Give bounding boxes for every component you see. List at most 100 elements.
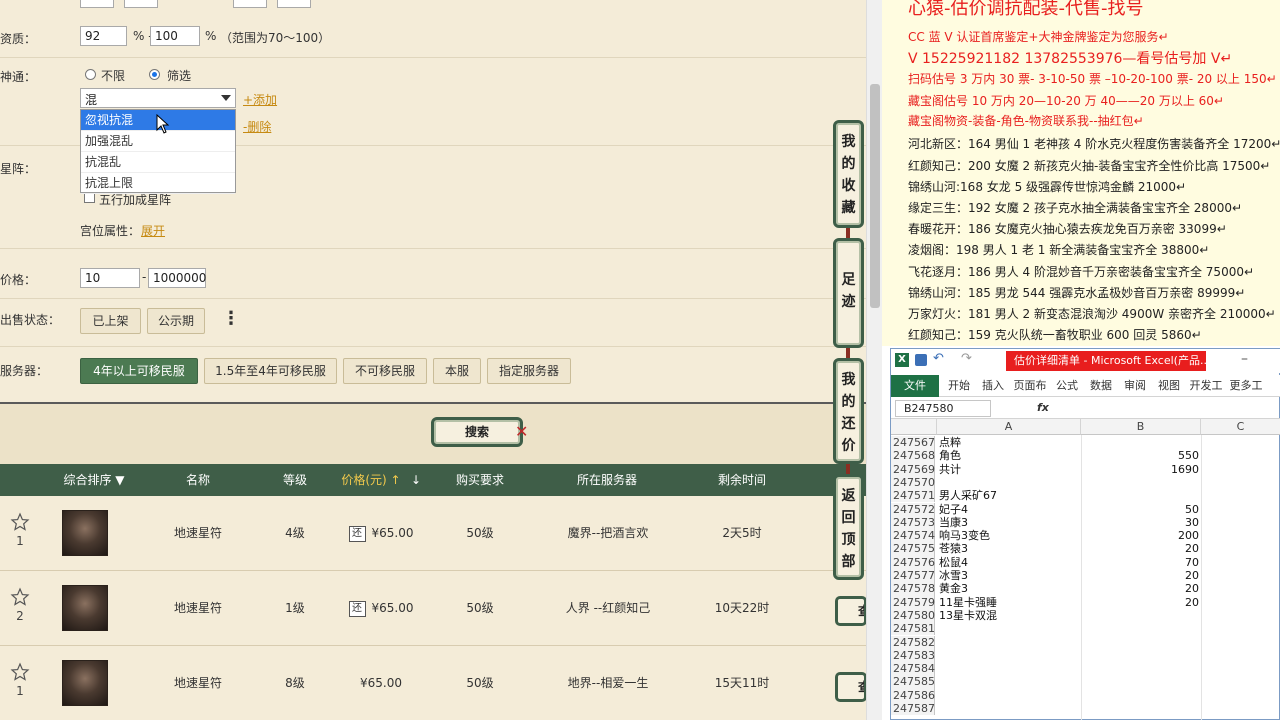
row-number[interactable]: 247585 (891, 675, 935, 689)
undo-icon[interactable]: ↶ (933, 351, 944, 366)
cell-a[interactable]: 13星卡双混 (939, 609, 997, 622)
item-thumbnail[interactable] (62, 510, 108, 556)
sheet-row[interactable]: 247573 当康3 30 (891, 515, 1280, 530)
table-row[interactable]: 2 地速星符 1级 还 ¥65.00 50级 人界 --红颜知己 10天22时 (0, 571, 866, 646)
row-number[interactable]: 247579 (891, 595, 935, 609)
cell-a[interactable]: 妃子4 (939, 503, 968, 516)
aptitude-min-input[interactable]: 92 (80, 26, 127, 46)
radio-unlimited[interactable] (85, 69, 96, 80)
redo-icon[interactable]: ↷ (961, 351, 972, 366)
view-button[interactable]: 查 (835, 596, 866, 626)
sheet-row[interactable]: 247571 男人采矿67 (891, 489, 1280, 503)
radio-filter[interactable] (149, 69, 160, 80)
cell-a[interactable]: 当康3 (939, 516, 968, 529)
price-min-input[interactable]: 10 (80, 268, 140, 288)
header-price[interactable]: 价格(元) ↑ (336, 464, 406, 496)
table-row[interactable]: 1 地速星符 8级 ¥65.00 50级 地界--相爱一生 15天11时 (0, 646, 866, 720)
ribbon-tab[interactable]: 页面布 (1011, 375, 1049, 397)
ribbon-tab[interactable]: 公式 (1051, 375, 1083, 397)
sheet-row[interactable]: 247569 共计 1690 (891, 462, 1280, 476)
column-header[interactable]: B (1081, 419, 1201, 435)
row-number[interactable]: 247577 (891, 569, 935, 583)
ribbon-tab[interactable]: 开始 (943, 375, 975, 397)
status-listed-button[interactable]: 已上架 (80, 308, 141, 334)
column-header[interactable]: A (937, 419, 1081, 435)
row-number[interactable]: 247574 (891, 529, 935, 543)
price-max-input[interactable]: 1000000 (148, 268, 206, 288)
sheet-row[interactable]: 247577 冰雪3 20 (891, 569, 1280, 583)
ribbon-tab[interactable]: 视图 (1153, 375, 1185, 397)
fx-icon[interactable]: fx (1037, 401, 1049, 414)
cell-b[interactable]: 20 (1081, 542, 1199, 555)
row-number[interactable]: 247582 (891, 635, 935, 649)
server-no-migrate-button[interactable]: 不可移民服 (343, 358, 427, 384)
row-number[interactable]: 247583 (891, 648, 935, 663)
sheet-row[interactable]: 247585 (891, 675, 1280, 689)
cell-a[interactable]: 响马3变色 (939, 529, 990, 542)
row-number[interactable]: 247581 (891, 622, 935, 636)
column-header[interactable]: C (1201, 419, 1280, 435)
row-number[interactable]: 247570 (891, 475, 935, 490)
footprint-button[interactable]: 足 迹 (833, 238, 864, 348)
cell-a[interactable]: 苍猿3 (939, 542, 968, 555)
view-button[interactable]: 查 (835, 672, 866, 702)
select-all-corner[interactable] (891, 419, 937, 435)
row-number[interactable]: 247584 (891, 662, 935, 676)
ribbon-tab-file[interactable]: 文件 (891, 375, 939, 397)
minimize-icon[interactable]: – (1241, 351, 1248, 367)
star-icon[interactable] (10, 662, 30, 682)
shentong-select[interactable]: 混 (80, 88, 236, 108)
item-name[interactable]: 地速星符 (160, 646, 236, 720)
sheet-row[interactable]: 247583 (891, 648, 1280, 663)
ribbon-tab[interactable]: 审阅 (1119, 375, 1151, 397)
cell-b[interactable]: 1690 (1081, 463, 1199, 476)
row-number[interactable]: 247586 (891, 688, 935, 702)
sheet-row[interactable]: 247584 (891, 662, 1280, 676)
row-number[interactable]: 247573 (891, 515, 935, 530)
cell-a[interactable]: 松鼠4 (939, 556, 968, 569)
cell-b[interactable]: 550 (1081, 449, 1199, 462)
back-to-top-button[interactable]: 返 回 顶 部 (833, 474, 864, 580)
cell-a[interactable]: 11星卡强睡 (939, 596, 997, 609)
row-number[interactable]: 247567 (891, 436, 935, 450)
row-number[interactable]: 247578 (891, 582, 935, 596)
row-number[interactable]: 247576 (891, 555, 935, 569)
sheet-row[interactable]: 247567 点粹 (891, 436, 1280, 450)
clear-icon[interactable]: ✕ (515, 422, 528, 441)
my-bargain-button[interactable]: 我 的 还 价 (833, 358, 864, 464)
sheet-row[interactable]: 247587 (891, 702, 1280, 716)
row-number[interactable]: 247575 (891, 542, 935, 556)
top-input-1[interactable] (80, 0, 114, 8)
row-number[interactable]: 247568 (891, 449, 935, 463)
ribbon-tab[interactable]: 数据 (1085, 375, 1117, 397)
cell-b[interactable]: 200 (1081, 529, 1199, 542)
add-link[interactable]: +添加 (243, 91, 277, 108)
cell-a[interactable]: 角色 (939, 449, 961, 462)
row-number[interactable]: 247580 (891, 608, 935, 623)
top-input-4[interactable] (277, 0, 311, 8)
aptitude-max-input[interactable]: 100 (150, 26, 200, 46)
sheet-row[interactable]: 247574 响马3变色 200 (891, 529, 1280, 543)
cell-a[interactable]: 共计 (939, 463, 961, 476)
name-box[interactable]: B247580 (895, 400, 991, 417)
ribbon-tab[interactable]: 开发工 (1187, 375, 1225, 397)
item-name[interactable]: 地速星符 (160, 496, 236, 571)
page-scrollbar[interactable] (866, 0, 882, 720)
delete-link[interactable]: -删除 (243, 118, 271, 135)
table-row[interactable]: 1 地速星符 4级 还 ¥65.00 50级 魔界--把酒言欢 2天5时 (0, 496, 866, 571)
sheet-row[interactable]: 247586 (891, 688, 1280, 702)
status-public-button[interactable]: 公示期 (147, 308, 205, 334)
item-thumbnail[interactable] (62, 660, 108, 706)
sheet-row[interactable]: 247572 妃子4 50 (891, 502, 1280, 516)
sheet-row[interactable]: 247582 (891, 635, 1280, 649)
server-4y-button[interactable]: 4年以上可移民服 (80, 358, 198, 384)
top-input-3[interactable] (233, 0, 267, 8)
server-this-button[interactable]: 本服 (433, 358, 481, 384)
server-specify-button[interactable]: 指定服务器 (487, 358, 571, 384)
cell-b[interactable]: 20 (1081, 569, 1199, 582)
save-icon[interactable] (915, 354, 927, 366)
dropdown-option[interactable]: 抗混上限 (81, 173, 235, 194)
ribbon-tab[interactable]: 插入 (977, 375, 1009, 397)
cell-b[interactable]: 20 (1081, 582, 1199, 595)
cell-b[interactable]: 30 (1081, 516, 1199, 529)
